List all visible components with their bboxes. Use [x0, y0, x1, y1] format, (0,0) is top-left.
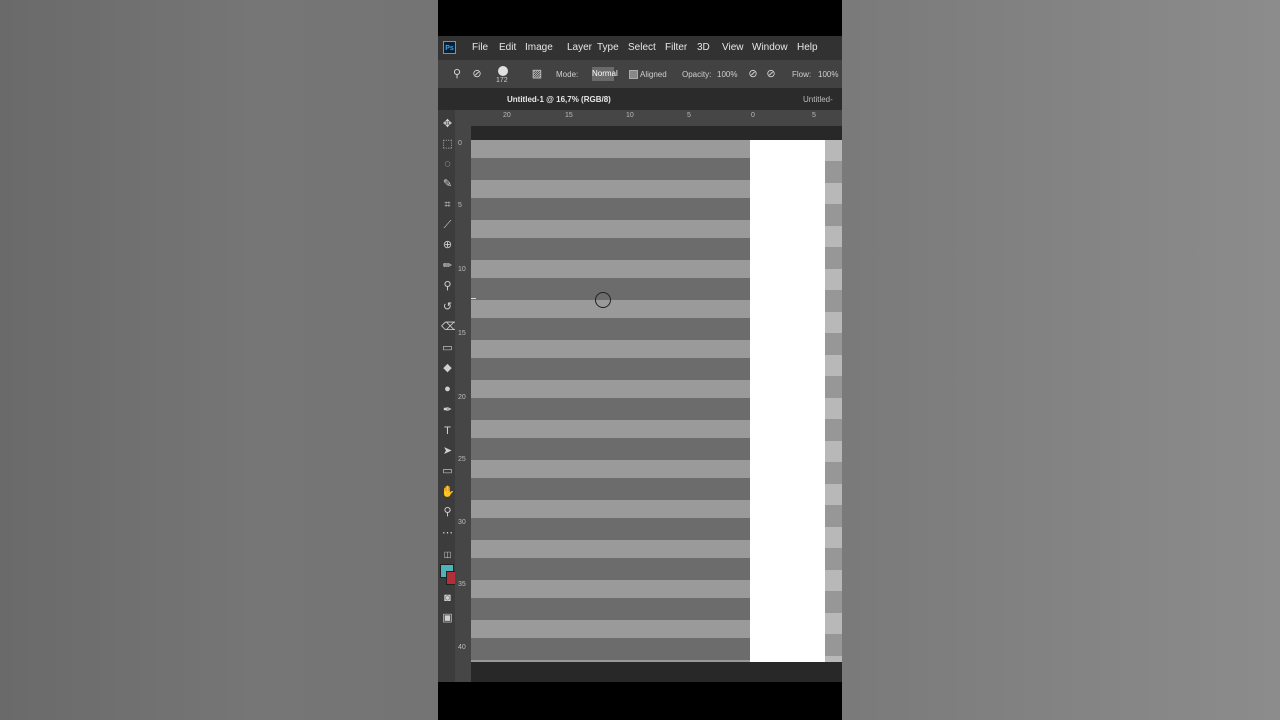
document-tabs: Untitled-1 @ 16,7% (RGB/8) Untitled-	[438, 88, 842, 110]
healing-brush-icon[interactable]: ⊕	[441, 239, 454, 252]
default-colors-icon[interactable]: ◫	[441, 548, 454, 561]
path-select-icon[interactable]: ➤	[441, 445, 454, 458]
menu-type[interactable]: Type	[597, 42, 619, 53]
pen-icon[interactable]: ✒	[441, 404, 454, 417]
ruler-label: 30	[458, 519, 466, 526]
menu-file[interactable]: File	[472, 42, 488, 53]
brush-size-label: 172	[496, 77, 508, 84]
tab-untitled-2[interactable]: Untitled-	[803, 95, 833, 104]
white-document	[750, 140, 825, 662]
ruler-label: 10	[458, 266, 466, 273]
marquee-icon[interactable]: ⬚	[441, 138, 454, 151]
eyedropper-icon[interactable]: ⟋	[441, 219, 454, 232]
photoshop-logo-icon: Ps	[443, 41, 456, 54]
flow-label: Flow:	[792, 70, 812, 79]
ruler-label: 5	[812, 112, 816, 119]
menu-3d[interactable]: 3D	[697, 42, 710, 53]
ruler-label: 20	[503, 112, 511, 119]
ruler-label: 35	[458, 581, 466, 588]
striped-layer	[471, 140, 783, 662]
menu-select[interactable]: Select	[628, 42, 656, 53]
lasso-icon[interactable]: ◌	[441, 158, 454, 171]
options-bar: ⚲ ⊘ 172 ▨ Mode: Normal Aligned Opacity: …	[438, 60, 842, 88]
ruler-label: 25	[458, 456, 466, 463]
menu-layer[interactable]: Layer	[567, 42, 592, 53]
ruler-label: 40	[458, 644, 466, 651]
brush-settings-icon[interactable]: ▨	[530, 67, 544, 81]
flow-value[interactable]: 100%	[818, 70, 838, 79]
tab-untitled-1[interactable]: Untitled-1 @ 16,7% (RGB/8)	[507, 95, 611, 104]
more-tools-icon[interactable]: ⋯	[441, 527, 454, 540]
move-icon[interactable]: ✥	[441, 118, 454, 131]
brush-cursor-icon	[595, 292, 611, 308]
dodge-icon[interactable]: ●	[441, 383, 454, 396]
mode-label: Mode:	[556, 70, 579, 79]
vertical-ruler: 0 5 10 15 20 25 30 35 40	[455, 126, 472, 682]
eraser-icon[interactable]: ⌫	[441, 321, 457, 334]
canvas-area[interactable]	[471, 126, 842, 682]
brush-icon[interactable]: ✏	[441, 260, 454, 273]
ruler-label: 10	[626, 112, 634, 119]
clone-stamp-icon[interactable]: ⚲	[441, 280, 454, 293]
aligned-label: Aligned	[640, 70, 667, 79]
ruler-label: 5	[458, 202, 462, 209]
guide-marker	[471, 298, 476, 299]
mode-select[interactable]: Normal	[592, 67, 618, 81]
quick-mask-icon[interactable]: ◙	[441, 592, 454, 605]
brush-preview-icon[interactable]	[498, 66, 508, 76]
menu-image[interactable]: Image	[525, 42, 553, 53]
history-brush-icon[interactable]: ↺	[441, 301, 454, 314]
menu-window[interactable]: Window	[752, 42, 788, 53]
airbrush-icon[interactable]: ⊘	[764, 67, 778, 81]
ruler-label: 0	[751, 112, 755, 119]
blur-icon[interactable]: ◆	[441, 362, 454, 375]
striped-layer-edge	[825, 140, 842, 662]
menu-filter[interactable]: Filter	[665, 42, 687, 53]
menu-help[interactable]: Help	[797, 42, 818, 53]
menu-view[interactable]: View	[722, 42, 744, 53]
opacity-value[interactable]: 100%	[717, 70, 737, 79]
menu-edit[interactable]: Edit	[499, 42, 516, 53]
hand-icon[interactable]: ✋	[441, 486, 455, 499]
quick-select-icon[interactable]: ✎	[441, 178, 454, 191]
clone-stamp-tool-icon[interactable]: ⚲	[450, 67, 464, 81]
ruler-label: 15	[458, 330, 466, 337]
ruler-label: 20	[458, 394, 466, 401]
tools-panel: ✥ ⬚ ◌ ✎ ⌗ ⟋ ⊕ ✏ ⚲ ↺ ⌫ ▭ ◆ ● ✒ T ➤ ▭ ✋ ⚲ …	[438, 110, 460, 682]
pressure-opacity-icon[interactable]: ⊘	[746, 67, 760, 81]
rectangle-icon[interactable]: ▭	[441, 465, 454, 478]
ruler-label: 15	[565, 112, 573, 119]
video-frame: Ps File Edit Image Layer Type Select Fil…	[438, 0, 842, 720]
gradient-icon[interactable]: ▭	[441, 342, 454, 355]
zoom-icon[interactable]: ⚲	[441, 506, 454, 519]
type-icon[interactable]: T	[441, 425, 454, 438]
crop-icon[interactable]: ⌗	[441, 199, 454, 212]
screen-mode-icon[interactable]: ▣	[441, 612, 454, 625]
brush-picker-icon[interactable]: ⊘	[470, 67, 484, 81]
ruler-label: 0	[458, 140, 462, 147]
aligned-checkbox[interactable]	[629, 70, 638, 79]
opacity-label: Opacity:	[682, 70, 712, 79]
ruler-label: 5	[687, 112, 691, 119]
menu-bar: Ps File Edit Image Layer Type Select Fil…	[438, 36, 842, 60]
horizontal-ruler: 20 15 10 5 0 5	[455, 110, 842, 127]
photoshop-window: Ps File Edit Image Layer Type Select Fil…	[438, 36, 842, 682]
